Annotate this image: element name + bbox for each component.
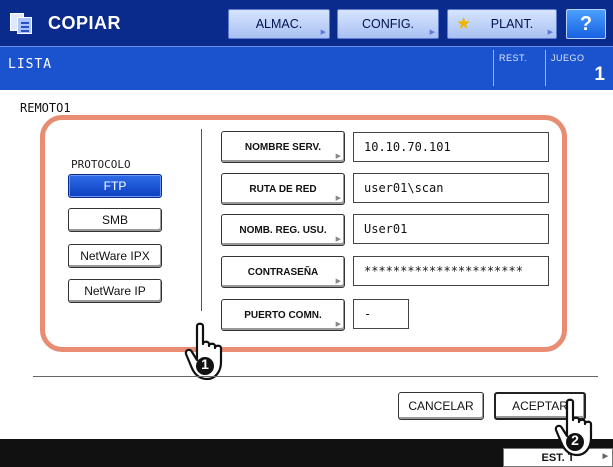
corner-arrow-icon: ▶ (335, 153, 341, 160)
protocol-netware-ip-button[interactable]: NetWare IP (68, 279, 162, 303)
copy-icon (8, 11, 34, 35)
plant-label: PLANT. (490, 17, 534, 31)
port-label: PUERTO COMN. (244, 309, 322, 321)
protocol-netware-ipx-button[interactable]: NetWare IPX (68, 244, 162, 268)
hand-pointer-icon: 2 (553, 398, 603, 460)
protocol-ftp-button[interactable]: FTP (68, 174, 162, 198)
juego-label: JUEGO (551, 53, 585, 63)
step-1-number: 1 (201, 356, 209, 372)
network-path-button[interactable]: RUTA DE RED ▶ (221, 173, 345, 205)
status-bar: LISTA REST. JUEGO 1 (0, 46, 613, 90)
protocol-smb-button[interactable]: SMB (68, 208, 162, 232)
screen-title: LISTA (8, 57, 53, 72)
config-button[interactable]: CONFIG. ▶ (337, 9, 439, 39)
password-button[interactable]: CONTRASEÑA ▶ (221, 256, 345, 288)
step-2-number: 2 (571, 432, 579, 448)
corner-arrow-icon: ▶ (429, 29, 435, 36)
corner-arrow-icon: ▶ (320, 29, 326, 36)
rest-counter: REST. (493, 50, 541, 86)
hand-pointer-icon: 1 (183, 322, 233, 384)
login-user-button[interactable]: NOMB. REG. USU. ▶ (221, 214, 345, 246)
corner-arrow-icon: ▶ (602, 453, 608, 460)
corner-arrow-icon: ▶ (335, 278, 341, 285)
login-user-label: NOMB. REG. USU. (239, 224, 327, 236)
login-user-field: User01 (353, 214, 549, 244)
cancel-button[interactable]: CANCELAR (398, 392, 484, 420)
password-field: ********************** (353, 256, 549, 286)
corner-arrow-icon: ▶ (335, 236, 341, 243)
rest-label: REST. (499, 53, 528, 63)
corner-arrow-icon: ▶ (547, 29, 553, 36)
corner-arrow-icon: ▶ (335, 195, 341, 202)
config-label: CONFIG. (361, 17, 415, 31)
almac-button[interactable]: ALMAC. ▶ (228, 9, 330, 39)
server-name-field: 10.10.70.101 (353, 132, 549, 162)
juego-counter: JUEGO 1 (545, 50, 613, 86)
server-name-label: NOMBRE SERV. (244, 141, 322, 153)
port-field: - (353, 299, 409, 329)
juego-value: 1 (594, 64, 605, 85)
port-button[interactable]: PUERTO COMN. ▶ (221, 299, 345, 331)
password-label: CONTRASEÑA (247, 266, 319, 278)
network-path-label: RUTA DE RED (249, 183, 317, 195)
top-bar: COPIAR ALMAC. ▶ CONFIG. ▶ ★ PLANT. ▶ ? (0, 0, 613, 46)
help-button[interactable]: ? (566, 9, 606, 39)
almac-label: ALMAC. (255, 17, 303, 31)
entry-name: REMOTO1 (20, 101, 71, 115)
corner-arrow-icon: ▶ (335, 321, 341, 328)
app-title: COPIAR (48, 12, 122, 33)
plant-button[interactable]: ★ PLANT. ▶ (447, 9, 557, 39)
protocol-label: PROTOCOLO (71, 158, 131, 171)
network-path-field: user01\scan (353, 173, 549, 203)
action-separator (33, 376, 598, 377)
app-header: COPIAR (8, 6, 121, 40)
server-name-button[interactable]: NOMBRE SERV. ▶ (221, 131, 345, 163)
panel-divider (201, 129, 202, 311)
star-icon: ★ (456, 14, 472, 33)
